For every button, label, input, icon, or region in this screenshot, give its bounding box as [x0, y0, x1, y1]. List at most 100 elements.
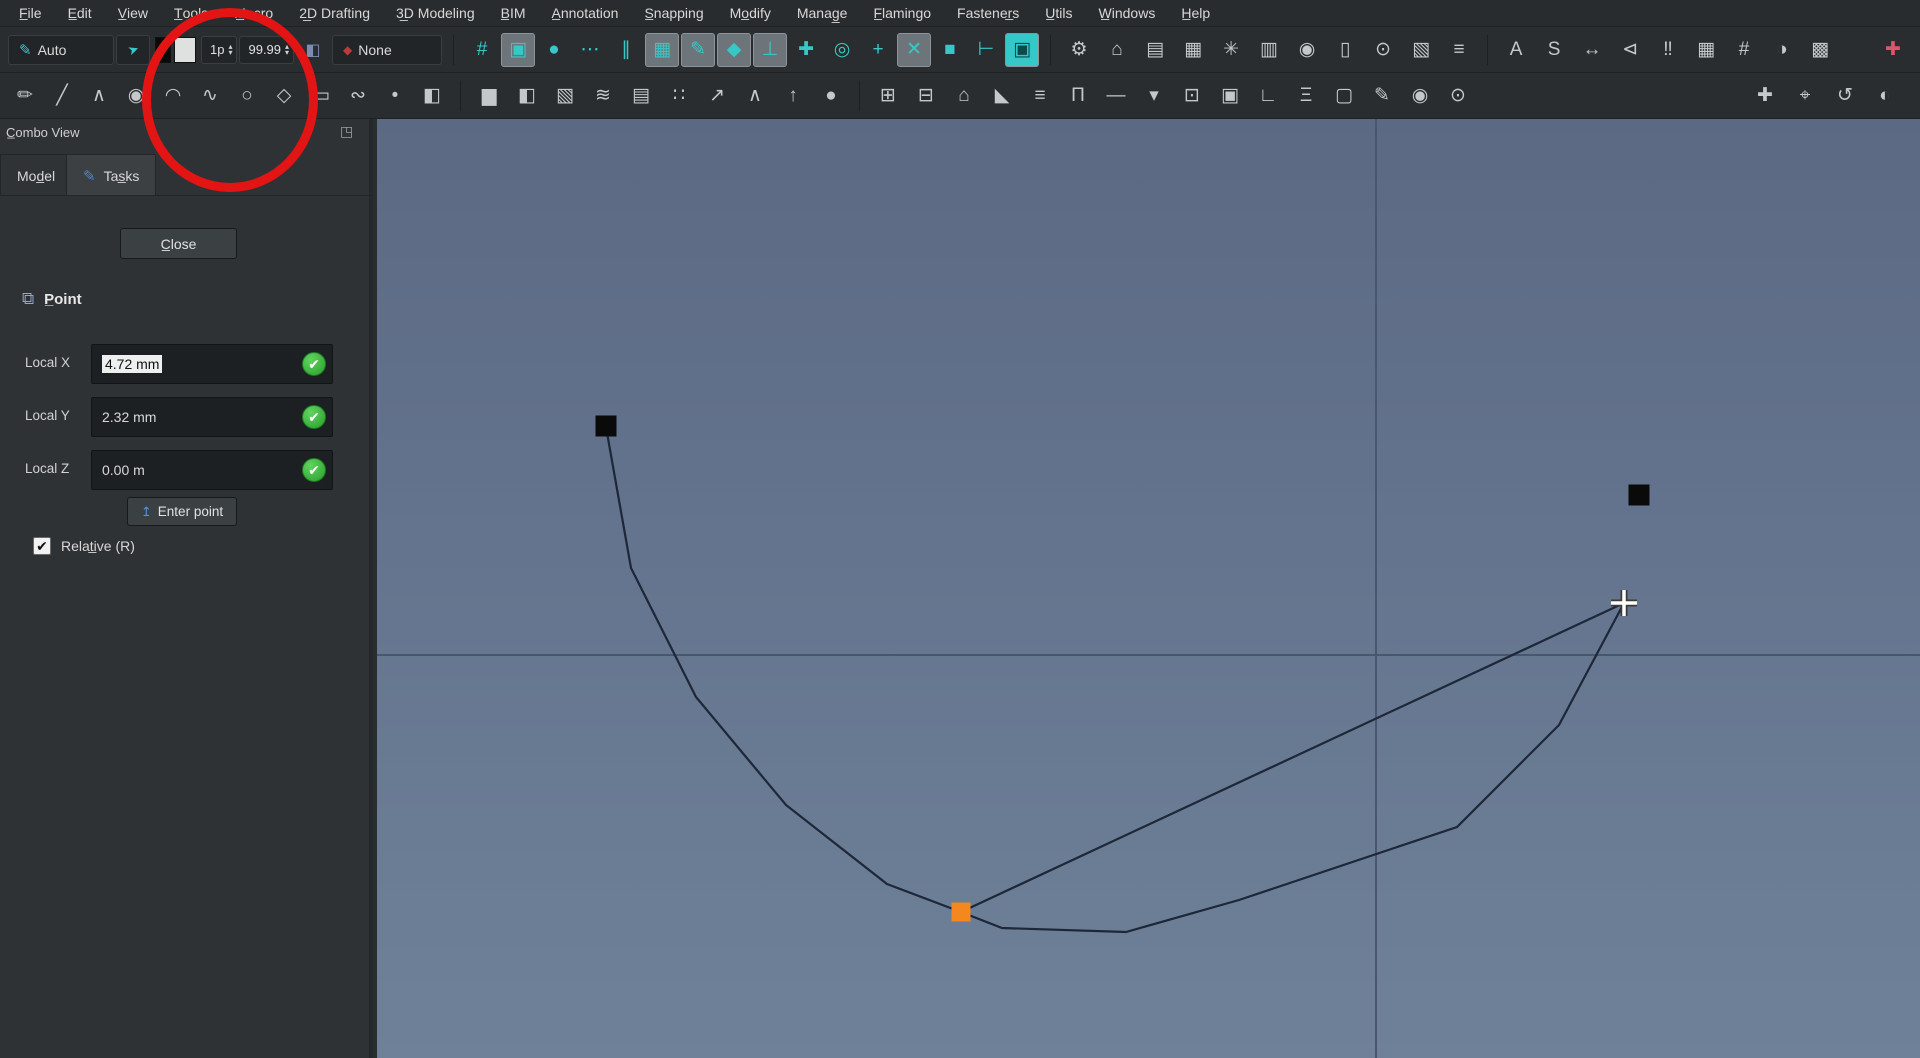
- local-x-field[interactable]: 4.72 mm ✔: [91, 344, 333, 384]
- arch-pipe-icon[interactable]: ↗: [700, 79, 734, 113]
- menu-tools[interactable]: T̲ools: [161, 5, 221, 21]
- draft-point-icon[interactable]: •: [378, 79, 412, 113]
- section-plane-icon[interactable]: ◑: [1765, 33, 1799, 67]
- hatch-tool-icon[interactable]: ▦: [1689, 33, 1723, 67]
- autogroup-dropdown[interactable]: ◆ None: [332, 34, 443, 65]
- bim-layers-icon[interactable]: ≡: [1023, 79, 1057, 113]
- 3d-viewport[interactable]: [377, 119, 1920, 1058]
- menu-3d-modeling[interactable]: 3̲D Modeling: [383, 5, 488, 21]
- menu-help[interactable]: H̲elp: [1168, 5, 1223, 21]
- snap-point-marker[interactable]: [951, 902, 971, 922]
- move-icon[interactable]: ✚: [1748, 79, 1782, 113]
- arch-tree-icon[interactable]: ↑: [776, 79, 810, 113]
- menu-modify[interactable]: Mo̲dify: [717, 5, 784, 21]
- close-button[interactable]: C̲lose: [120, 228, 237, 259]
- draft-bspline-icon[interactable]: ∾: [341, 79, 375, 113]
- bim-opening-icon[interactable]: ⊟: [909, 79, 943, 113]
- bim-rebar-icon[interactable]: Ξ: [1289, 79, 1323, 113]
- menu-manage[interactable]: Manag̲e: [784, 5, 861, 21]
- bim-wedge-icon[interactable]: ◣: [985, 79, 1019, 113]
- grid-hatch-tool-icon[interactable]: #: [1727, 33, 1761, 67]
- fill-color-icon[interactable]: ◧: [296, 33, 330, 67]
- arch-structure-icon[interactable]: ◧: [510, 79, 544, 113]
- snap-lock-icon[interactable]: ▣: [501, 32, 536, 67]
- snap-dimensions-icon[interactable]: ✕: [897, 32, 932, 67]
- draft-polyline-icon[interactable]: ∧: [82, 79, 116, 113]
- line-width-spinner[interactable]: 1p ▴ ▾: [201, 35, 238, 64]
- spin-down-icon[interactable]: ▾: [228, 48, 232, 56]
- snap-midpoint-icon[interactable]: ⋯: [573, 33, 607, 67]
- bim-more-icon[interactable]: ▾: [1137, 79, 1171, 113]
- bim-material-icon[interactable]: ⊙: [1366, 33, 1400, 67]
- menu-view[interactable]: V̲iew: [105, 5, 161, 21]
- draft-line-icon[interactable]: ╱: [45, 79, 79, 113]
- enter-point-button[interactable]: ↥ Enter point: [127, 497, 237, 526]
- label-tool-icon[interactable]: ⊲: [1613, 33, 1647, 67]
- bim-box-icon[interactable]: ▣: [1213, 79, 1247, 113]
- bim-annotate-icon[interactable]: ✎: [1365, 79, 1399, 113]
- arch-panel-icon[interactable]: ▧: [548, 79, 582, 113]
- move-tool-icon[interactable]: ✚: [1876, 33, 1910, 67]
- menu-file[interactable]: F̲ile: [6, 5, 55, 21]
- point-marker[interactable]: [1628, 484, 1650, 506]
- menu-fasteners[interactable]: Fastener̲s: [944, 5, 1032, 21]
- menu-windows[interactable]: W̲indows: [1086, 5, 1169, 21]
- snap-special-icon[interactable]: ▦: [645, 32, 680, 67]
- align-icon[interactable]: ⌖: [1788, 79, 1822, 113]
- arch-stairs-icon[interactable]: ▤: [624, 79, 658, 113]
- snap-center-icon[interactable]: ◎: [825, 33, 859, 67]
- snap-perpendicular-icon[interactable]: ⊥: [753, 32, 788, 67]
- bim-views-icon[interactable]: ◉: [1290, 33, 1324, 67]
- draft-arc-icon[interactable]: ◠: [156, 79, 190, 113]
- bim-window-icon[interactable]: ⊞: [871, 79, 905, 113]
- snap-intersection-icon[interactable]: ✚: [789, 33, 823, 67]
- bim-stats-icon[interactable]: ▥: [1252, 33, 1286, 67]
- bim-door-icon[interactable]: ▯: [1328, 33, 1362, 67]
- cut-box-icon[interactable]: ▩: [1803, 33, 1837, 67]
- menu-flamingo[interactable]: F̲lamingo: [860, 5, 944, 21]
- local-z-field[interactable]: 0.00 m ✔: [91, 450, 333, 490]
- bim-project-icon[interactable]: ⌂: [1100, 33, 1134, 67]
- menu-snapping[interactable]: S̲napping: [631, 5, 716, 21]
- tab-tasks[interactable]: ✎ Tas̲ks: [66, 154, 157, 196]
- working-plane-view-icon[interactable]: ▣: [1005, 32, 1040, 67]
- axis-tool-icon[interactable]: ‼: [1651, 33, 1685, 67]
- draft-ellipse-icon[interactable]: ○: [230, 79, 264, 113]
- bim-wall-tools-icon[interactable]: ▦: [1176, 33, 1210, 67]
- draft-circle-icon[interactable]: ◉: [119, 79, 153, 113]
- snap-parallel-icon[interactable]: ∥: [609, 33, 643, 67]
- draft-sketch-icon[interactable]: ✏: [8, 79, 42, 113]
- bim-window-tools-icon[interactable]: ✳: [1214, 33, 1248, 67]
- line-color-swatch[interactable]: [155, 36, 171, 63]
- bim-document-icon[interactable]: ▢: [1327, 79, 1361, 113]
- draft-facebinder-icon[interactable]: ◧: [415, 79, 449, 113]
- snap-solid-icon[interactable]: ■: [933, 33, 967, 67]
- draft-bezier-icon[interactable]: ∿: [193, 79, 227, 113]
- bim-beam-icon[interactable]: —: [1099, 79, 1133, 113]
- dimension-tool-icon[interactable]: ↔: [1575, 33, 1609, 67]
- relative-checkbox[interactable]: ✔: [33, 537, 51, 555]
- draft-rectangle-icon[interactable]: ▭: [304, 79, 338, 113]
- working-plane-auto-button[interactable]: ✎ Auto: [8, 34, 114, 65]
- bim-column-icon[interactable]: Π: [1061, 79, 1095, 113]
- menu-bim[interactable]: B̲IM: [488, 5, 539, 21]
- menu-annotation[interactable]: A̲nnotation: [539, 5, 632, 21]
- bim-roof-icon[interactable]: ⌂: [947, 79, 981, 113]
- rotate-icon[interactable]: ↺: [1828, 79, 1862, 113]
- bim-pipe-elbow-icon[interactable]: ∟: [1251, 79, 1285, 113]
- snap-near-icon[interactable]: ✎: [681, 32, 716, 67]
- snap-ortho-icon[interactable]: ◆: [717, 32, 752, 67]
- menu-edit[interactable]: E̲dit: [55, 5, 105, 21]
- mirror-icon[interactable]: ◐: [1868, 79, 1902, 113]
- arch-bridge-icon[interactable]: ∧: [738, 79, 772, 113]
- bim-sheet-icon[interactable]: ⊡: [1175, 79, 1209, 113]
- bim-stamp-icon[interactable]: ◉: [1403, 79, 1437, 113]
- text-tool-icon[interactable]: A: [1499, 33, 1533, 67]
- bim-cylinder-icon[interactable]: ⊙: [1441, 79, 1475, 113]
- bim-setup-icon[interactable]: ⚙: [1062, 33, 1096, 67]
- spin-down-icon[interactable]: ▾: [285, 48, 289, 56]
- arch-wall-icon[interactable]: ▆: [472, 79, 506, 113]
- draft-polygon-icon[interactable]: ◇: [267, 79, 301, 113]
- point-marker[interactable]: [595, 415, 617, 437]
- bim-report-icon[interactable]: ≡: [1442, 33, 1476, 67]
